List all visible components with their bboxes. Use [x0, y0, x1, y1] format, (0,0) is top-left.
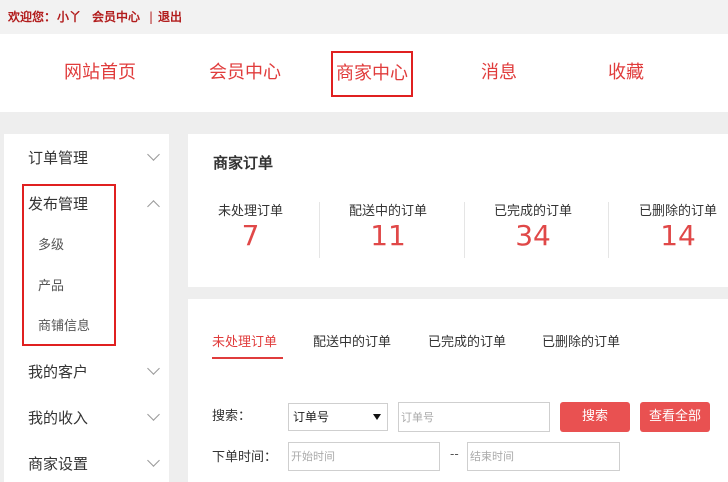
welcome-text: 欢迎您：: [8, 10, 57, 24]
tab-delivering[interactable]: 配送中的订单: [313, 334, 391, 352]
nav-item-member-center[interactable]: 会员中心: [209, 62, 281, 84]
caret-down-icon: [373, 414, 381, 420]
nav-item-merchant-center[interactable]: 商家中心: [331, 51, 413, 97]
divider: [608, 202, 609, 258]
sidebar-subitem-shop-info[interactable]: 商铺信息: [38, 319, 90, 335]
stat-value: 34: [515, 219, 551, 252]
separator: |: [149, 10, 154, 24]
divider: [319, 202, 320, 258]
stat-value: 11: [370, 219, 406, 252]
username[interactable]: 小丫: [57, 10, 81, 24]
chevron-down-icon[interactable]: [147, 362, 160, 375]
member-center-link[interactable]: 会员中心: [92, 10, 140, 24]
stat-label: 已删除的订单: [639, 204, 718, 219]
logout-link[interactable]: 退出: [158, 10, 182, 24]
stat-label: 已完成的订单: [494, 204, 573, 219]
search-button[interactable]: 搜索: [560, 402, 630, 432]
top-bar: 欢迎您： 小丫 会员中心 | 退出: [0, 0, 728, 34]
view-all-button[interactable]: 查看全部: [640, 402, 710, 432]
merchant-orders-panel: 商家订单 未处理订单 7 配送中的订单 11 已完成的订单 34 已删除的订单 …: [188, 134, 728, 287]
start-date-input[interactable]: [288, 442, 440, 471]
sidebar-item-order-management[interactable]: 订单管理: [28, 148, 88, 168]
nav-item-favorites[interactable]: 收藏: [608, 62, 644, 84]
tab-unprocessed[interactable]: 未处理订单: [212, 334, 277, 352]
main-nav: 网站首页 会员中心 商家中心 消息 收藏: [0, 34, 728, 112]
nav-item-messages[interactable]: 消息: [481, 62, 517, 84]
stat-completed[interactable]: 已完成的订单 34: [494, 204, 572, 252]
sidebar: 订单管理 发布管理 多级 产品 商铺信息 我的客户 我的收入 商家设置: [4, 134, 169, 482]
select-value: 订单号: [293, 410, 330, 424]
search-type-select[interactable]: 订单号: [288, 403, 388, 431]
stat-value: 7: [241, 219, 260, 252]
sidebar-item-my-customers[interactable]: 我的客户: [28, 362, 88, 382]
sidebar-item-merchant-settings[interactable]: 商家设置: [28, 454, 88, 474]
orders-panel: 未处理订单 配送中的订单 已完成的订单 已删除的订单 搜索： 订单号 搜索 查看…: [188, 299, 728, 482]
stat-value: 14: [660, 219, 696, 252]
range-separator: --: [450, 447, 459, 461]
sidebar-subitem-multilevel[interactable]: 多级: [38, 238, 64, 254]
tab-completed[interactable]: 已完成的订单: [428, 334, 506, 352]
nav-item-home[interactable]: 网站首页: [64, 62, 136, 84]
divider: [464, 202, 465, 258]
tab-deleted[interactable]: 已删除的订单: [542, 334, 620, 352]
stat-unprocessed[interactable]: 未处理订单 7: [218, 204, 283, 252]
sidebar-item-my-income[interactable]: 我的收入: [28, 408, 88, 428]
tab-underline: [212, 357, 283, 359]
chevron-up-icon[interactable]: [147, 200, 160, 213]
panel-title: 商家订单: [213, 154, 274, 172]
chevron-down-icon[interactable]: [147, 454, 160, 467]
stat-label: 未处理订单: [218, 204, 284, 219]
chevron-down-icon[interactable]: [147, 148, 160, 161]
search-input[interactable]: [398, 402, 550, 432]
stat-label: 配送中的订单: [349, 204, 428, 219]
sidebar-item-publish-management[interactable]: 发布管理: [28, 194, 88, 214]
stat-delivering[interactable]: 配送中的订单 11: [349, 204, 427, 252]
order-time-label: 下单时间：: [212, 450, 278, 465]
sidebar-subitem-product[interactable]: 产品: [38, 279, 64, 295]
chevron-down-icon[interactable]: [147, 408, 160, 421]
end-date-input[interactable]: [467, 442, 620, 471]
search-label: 搜索：: [212, 409, 252, 424]
stat-deleted[interactable]: 已删除的订单 14: [639, 204, 717, 252]
